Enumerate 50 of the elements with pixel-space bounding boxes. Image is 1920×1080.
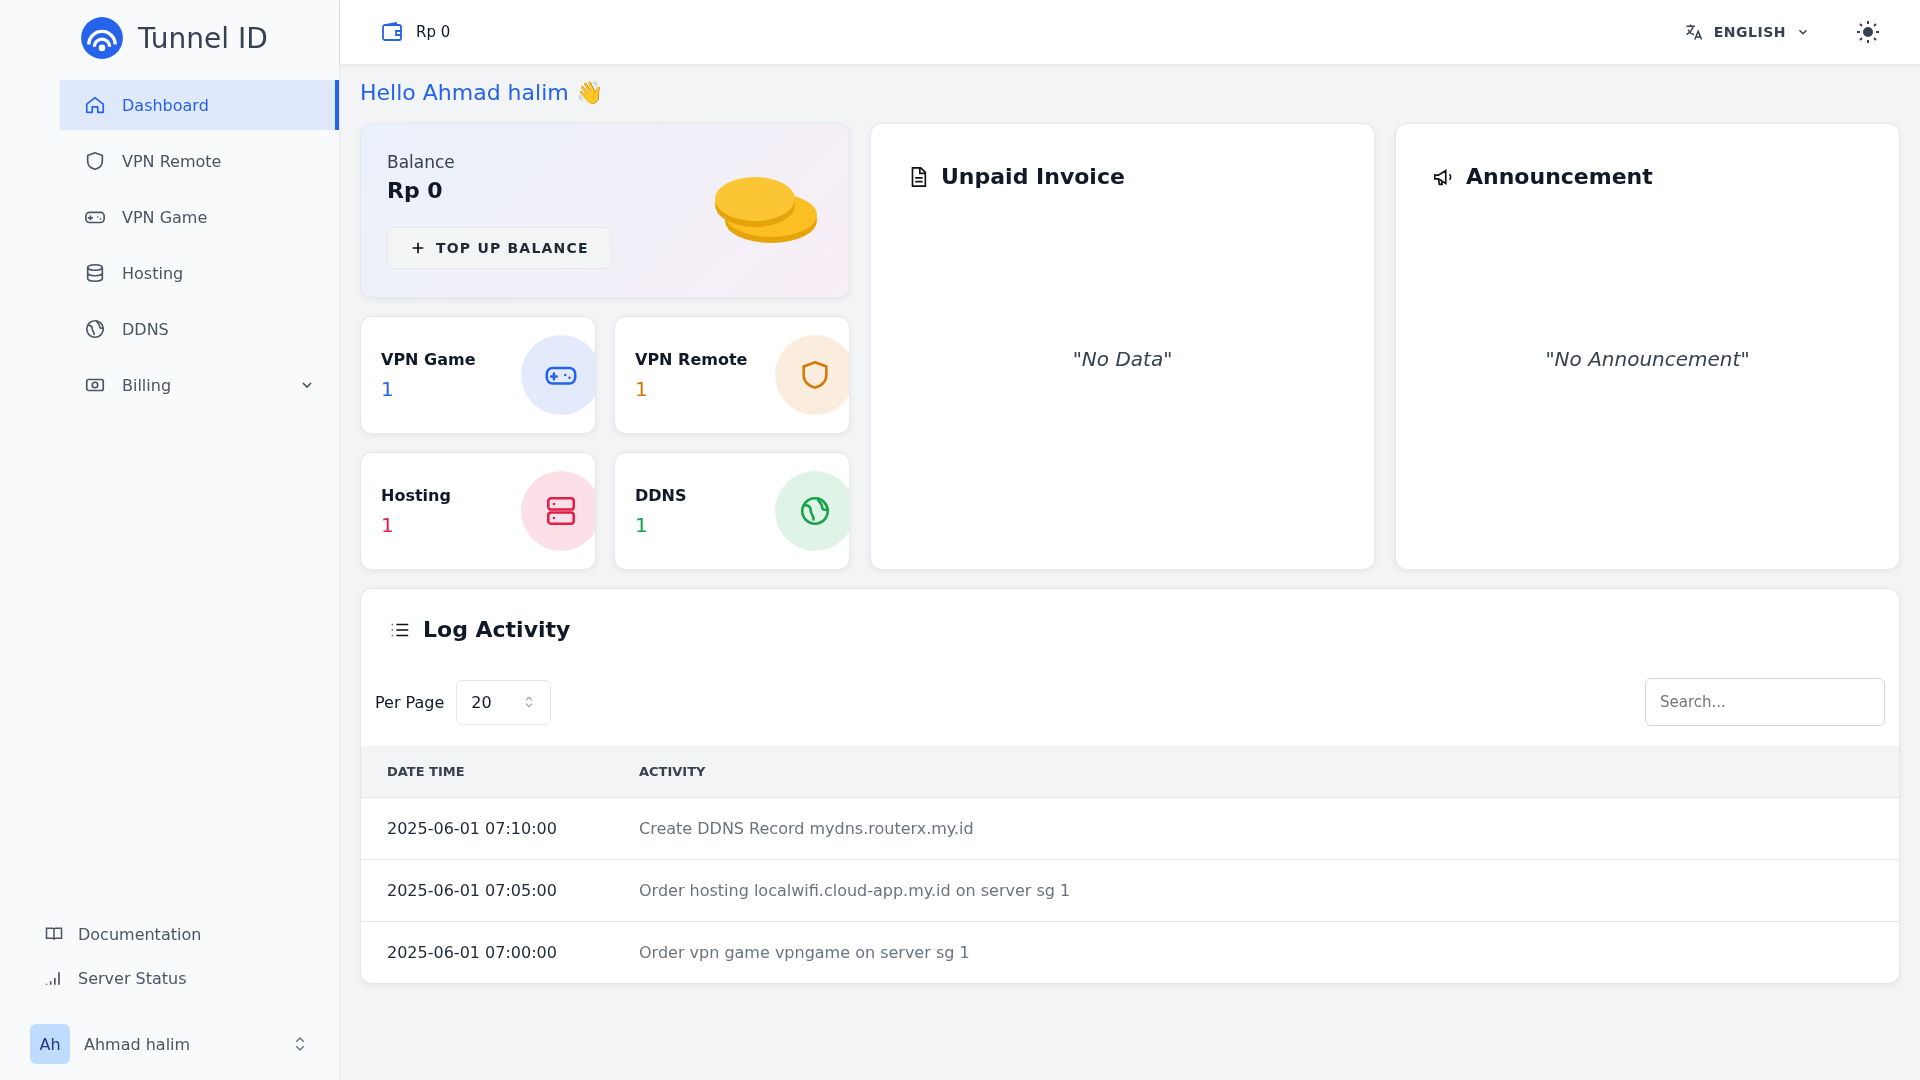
stat-label: VPN Game (381, 349, 476, 369)
nav-item[interactable]: Dashboard (60, 80, 339, 130)
balance-label: Balance (387, 152, 456, 172)
logo-icon (80, 16, 124, 60)
column-header: DATE TIME (361, 746, 613, 798)
stat-value: 1 (381, 376, 395, 401)
table-cell: Create DDNS Record mydns.routerx.my.id (613, 797, 1899, 860)
per-page-label: Per Page (375, 692, 445, 712)
shield-icon (84, 150, 106, 172)
balance-amount: Rp 0 (416, 23, 451, 41)
plus-icon (410, 240, 426, 256)
empty-message: "No Data" (1071, 346, 1174, 373)
panel-title: Announcement (1466, 164, 1653, 189)
footer-link[interactable]: Documentation (30, 916, 309, 952)
nav-item[interactable]: Hosting (60, 248, 339, 298)
stat-label: VPN Remote (635, 349, 748, 369)
stat-label: DDNS (635, 485, 687, 505)
sun-icon[interactable] (1856, 20, 1880, 44)
footer-link[interactable]: Server Status (30, 960, 309, 996)
nav-item[interactable]: VPN Game (60, 192, 339, 242)
table-cell: 2025-06-01 07:05:00 (361, 859, 613, 922)
stat-value: 1 (381, 512, 395, 537)
search-field[interactable]: Search... (1645, 678, 1885, 726)
panel-title: Unpaid Invoice (941, 164, 1125, 189)
language-selector[interactable]: ENGLISH (1677, 21, 1816, 43)
stat-label: Hosting (381, 485, 451, 505)
greeting: Hello Ahmad halim 👋 (360, 80, 604, 105)
table-cell: Order hosting localwifi.cloud-app.my.id on server sg 1 (613, 859, 1899, 922)
database-icon (84, 262, 106, 284)
user-menu[interactable]: Ah Ahmad halim (30, 1004, 309, 1064)
column-header: ACTIVITY (613, 746, 1899, 798)
translate-icon (1683, 22, 1704, 42)
stat-value: 1 (635, 376, 649, 401)
nav-item[interactable]: Billing (60, 360, 339, 410)
nav-item[interactable]: DDNS (60, 304, 339, 354)
panel-title: Log Activity (423, 617, 571, 642)
per-page-select[interactable]: 20 (456, 679, 551, 725)
globe-icon (84, 318, 106, 340)
avatar: Ah (30, 1024, 70, 1064)
table-cell: 2025-06-01 07:10:00 (361, 797, 613, 860)
top-up-button[interactable]: TOP UP BALANCE (387, 227, 612, 269)
table-cell: Order vpn game vpngame on server sg 1 (613, 921, 1899, 983)
wallet-icon (380, 20, 404, 44)
nav-item[interactable]: VPN Remote (60, 136, 339, 186)
balance-value: Rp 0 (387, 178, 444, 203)
empty-message: "No Announcement" (1544, 346, 1751, 373)
table-cell: 2025-06-01 07:00:00 (361, 921, 613, 983)
stat-value: 1 (635, 512, 649, 537)
home-icon (84, 94, 106, 116)
brand-name: Tunnel ID (138, 21, 268, 55)
